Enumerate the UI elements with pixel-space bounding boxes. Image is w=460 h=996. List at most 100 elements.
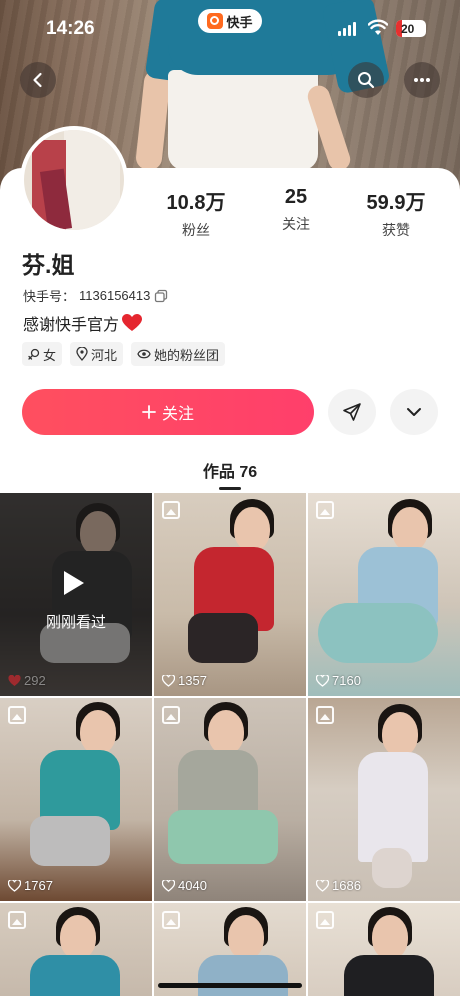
thumbnail-figure <box>168 810 278 864</box>
like-count: 1767 <box>8 878 53 893</box>
cellular-signal-icon <box>338 22 356 36</box>
stat-label: 粉丝 <box>182 222 210 238</box>
image-post-icon <box>316 501 334 519</box>
kuaishou-id-value: 1136156413 <box>79 288 151 303</box>
like-count: 292 <box>8 673 46 688</box>
image-post-icon <box>316 706 334 724</box>
stat-followers[interactable]: 10.8万 粉丝 <box>146 186 246 240</box>
plus-icon <box>142 405 156 419</box>
status-time: 14:26 <box>46 18 95 39</box>
image-post-icon <box>8 706 26 724</box>
image-post-icon <box>316 911 334 929</box>
profile-stats: 10.8万 粉丝 25 关注 59.9万 获赞 <box>146 186 446 240</box>
work-item[interactable]: 刚刚看过 292 <box>0 493 152 696</box>
red-heart-icon <box>122 314 143 331</box>
heart-outline-icon <box>162 879 175 892</box>
like-count-value: 7160 <box>332 673 361 688</box>
work-item[interactable] <box>0 903 152 996</box>
app-indicator-pill[interactable]: 快手 <box>198 9 262 33</box>
back-button[interactable] <box>20 62 56 98</box>
tag-label: 河北 <box>91 347 118 363</box>
image-post-icon <box>162 706 180 724</box>
heart-outline-icon <box>316 879 329 892</box>
search-button[interactable] <box>348 62 384 98</box>
thumbnail-figure <box>318 603 438 663</box>
kuaishou-id-row: 快手号： 1136156413 <box>23 286 168 305</box>
copy-icon[interactable] <box>154 289 168 303</box>
battery-icon: 20 <box>396 20 426 37</box>
image-post-icon <box>8 911 26 929</box>
profile-name: 芬.姐 <box>22 252 75 278</box>
work-item[interactable]: 1767 <box>0 698 152 901</box>
work-item[interactable]: 1686 <box>308 698 460 901</box>
thumbnail-figure <box>80 710 116 754</box>
kuaishou-logo-icon <box>207 13 224 29</box>
send-icon <box>343 403 361 421</box>
tag-location[interactable]: 河北 <box>70 342 124 366</box>
thumbnail-figure <box>344 955 434 996</box>
like-count: 7160 <box>316 673 361 688</box>
gender-female-icon <box>28 348 40 360</box>
tab-works-indicator <box>219 487 241 490</box>
stat-likes[interactable]: 59.9万 获赞 <box>346 186 446 240</box>
wifi-icon <box>368 19 388 35</box>
work-item[interactable]: 1357 <box>154 493 306 696</box>
thumbnail-figure <box>358 752 428 862</box>
thumbnail-figure <box>382 712 418 756</box>
thumbnail-figure <box>30 955 120 996</box>
more-dots-icon <box>414 78 430 82</box>
like-count: 1686 <box>316 878 361 893</box>
recently-watched-label: 刚刚看过 <box>45 614 106 631</box>
like-count: 1357 <box>162 673 207 688</box>
thumbnail-figure <box>198 955 288 996</box>
chevron-down-icon <box>407 408 421 416</box>
status-bar: 14:26 快手 20 <box>0 0 460 60</box>
stat-value: 10.8万 <box>166 192 226 214</box>
work-item[interactable]: 4040 <box>154 698 306 901</box>
message-button[interactable] <box>328 389 376 435</box>
heart-outline-icon <box>8 879 21 892</box>
image-post-icon <box>162 911 180 929</box>
kuaishou-id-label: 快手号： <box>23 289 76 304</box>
chevron-left-icon <box>33 72 42 88</box>
stat-value: 59.9万 <box>366 192 426 214</box>
like-count-value: 292 <box>24 673 46 688</box>
battery-percent: 20 <box>401 21 415 36</box>
follow-button[interactable]: 关注 <box>22 389 314 435</box>
more-button[interactable] <box>404 62 440 98</box>
thumbnail-figure <box>60 915 96 959</box>
avatar[interactable] <box>20 126 128 234</box>
thumbnail-figure <box>30 816 110 866</box>
heart-icon <box>8 674 21 686</box>
thumbnail-figure <box>228 915 264 959</box>
thumbnail-figure <box>372 848 412 888</box>
stat-label: 获赞 <box>382 222 410 238</box>
like-count-value: 4040 <box>178 878 207 893</box>
home-indicator[interactable] <box>158 983 302 988</box>
tag-gender[interactable]: 女 <box>22 342 63 366</box>
thumbnail-figure <box>208 710 244 754</box>
fan-group-icon <box>137 349 151 359</box>
work-item[interactable]: 7160 <box>308 493 460 696</box>
like-count-value: 1686 <box>332 878 361 893</box>
location-pin-icon <box>76 347 88 361</box>
follow-label: 关注 <box>161 406 194 423</box>
expand-button[interactable] <box>390 389 438 435</box>
profile-bio: 感谢快手官方 <box>23 311 143 335</box>
work-item[interactable] <box>308 903 460 996</box>
bio-text: 感谢快手官方 <box>23 317 120 334</box>
like-count: 4040 <box>162 878 207 893</box>
heart-outline-icon <box>162 674 175 687</box>
tab-works[interactable]: 作品 76 <box>0 458 460 482</box>
search-icon <box>358 72 375 89</box>
cover-figure-skirt <box>168 70 318 170</box>
avatar-photo-part <box>64 130 120 230</box>
like-count-value: 1767 <box>24 878 53 893</box>
image-post-icon <box>162 501 180 519</box>
stat-following[interactable]: 25 关注 <box>246 186 346 240</box>
tag-fan-group[interactable]: 她的粉丝团 <box>131 342 226 366</box>
thumbnail-figure <box>392 507 428 551</box>
stat-label: 关注 <box>282 216 310 232</box>
thumbnail-figure <box>372 915 408 959</box>
thumbnail-figure <box>234 507 270 551</box>
